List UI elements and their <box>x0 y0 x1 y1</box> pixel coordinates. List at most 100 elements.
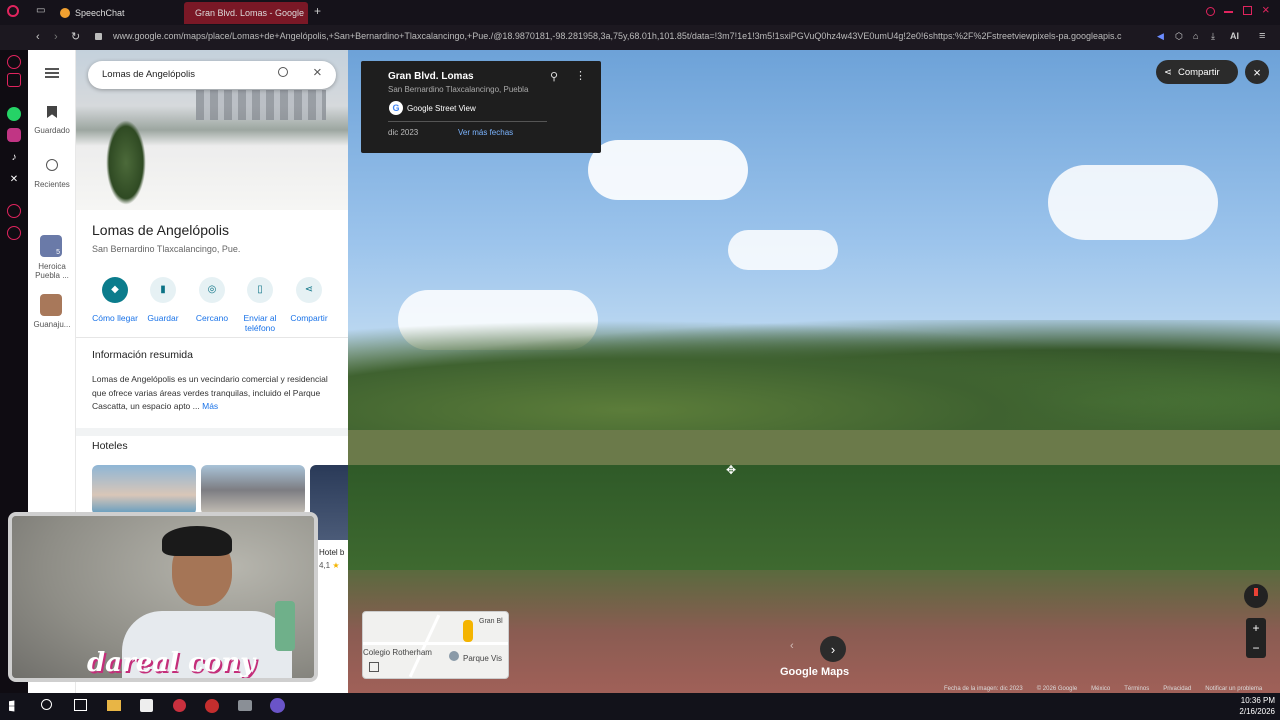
ai-button[interactable]: AI <box>1230 31 1239 41</box>
more-dates-link[interactable]: Ver más fechas <box>458 128 513 137</box>
settings-icon[interactable] <box>7 226 21 240</box>
webcam-overlay: dareal cony <box>8 512 318 682</box>
road-line <box>363 642 508 645</box>
location-pin-icon[interactable]: ⚲ <box>550 70 558 83</box>
app-icon[interactable] <box>140 699 153 712</box>
hedge-image <box>348 465 1280 575</box>
save-button[interactable]: ▮ Guardar <box>138 277 188 323</box>
expand-map-icon[interactable] <box>369 662 379 672</box>
lock-icon[interactable] <box>95 33 102 40</box>
heroica-puebla-thumbnail[interactable]: 5 <box>40 235 62 257</box>
image-date-text: Fecha de la imagen: dic 2023 <box>944 686 1023 692</box>
privacy-link[interactable]: Privacidad <box>1163 686 1191 692</box>
game-icon[interactable] <box>238 700 252 711</box>
start-icon[interactable] <box>9 700 15 712</box>
report-link[interactable]: Notificar un problema <box>1205 686 1262 692</box>
x-icon[interactable]: ✕ <box>7 172 21 186</box>
search-icon[interactable] <box>41 699 52 710</box>
bookmark-icon[interactable] <box>47 106 57 118</box>
obs-icon[interactable] <box>205 699 219 713</box>
heroica-puebla-label[interactable]: Heroica Puebla ... <box>28 262 76 280</box>
recent-icon[interactable] <box>46 159 58 171</box>
menu-icon[interactable]: ≡ <box>1259 30 1265 42</box>
search-icon[interactable] <box>278 67 288 77</box>
share-street-view-button[interactable]: ⋖ Compartir <box>1156 60 1238 84</box>
app-icon[interactable] <box>270 698 285 713</box>
action-label: Cómo llegar <box>92 313 138 323</box>
maximize-icon[interactable] <box>1243 6 1252 15</box>
star-icon: ★ <box>332 561 340 570</box>
clock-time: 10:36 PM <box>1240 696 1275 705</box>
pegman-icon[interactable] <box>463 620 473 642</box>
reload-icon[interactable]: ↻ <box>71 30 80 43</box>
vpn-icon[interactable]: ⌂ <box>1193 31 1198 41</box>
copyright-text: © 2026 Google <box>1036 686 1078 692</box>
recent-label[interactable]: Recientes <box>28 180 76 189</box>
cloud-image <box>728 230 838 270</box>
map-footer: Fecha de la imagen: dic 2023 © 2026 Goog… <box>944 686 1262 692</box>
whatsapp-icon[interactable] <box>7 107 21 121</box>
extensions-icon[interactable]: ⬡ <box>1175 31 1183 42</box>
instagram-icon[interactable] <box>7 128 21 142</box>
workspace-icon[interactable] <box>7 73 21 87</box>
drink-can-image <box>275 601 295 651</box>
download-icon[interactable]: ⤓ <box>1211 31 1215 42</box>
nav-left-icon[interactable]: ‹ <box>790 640 794 652</box>
url-field[interactable]: www.google.com/maps/place/Lomas+de+Angel… <box>113 31 1143 41</box>
task-view-icon[interactable] <box>74 699 87 711</box>
guanajuato-label[interactable]: Guanaju... <box>28 320 76 329</box>
terms-link[interactable]: Términos <box>1124 686 1149 692</box>
tiktok-icon[interactable]: ♪ <box>7 150 21 164</box>
taskbar: 10:36 PM 2/16/2026 <box>0 693 1280 720</box>
history-icon[interactable] <box>7 204 21 218</box>
action-label: Enviar al teléfono <box>243 313 277 333</box>
compass-icon[interactable] <box>1244 584 1268 608</box>
saved-label[interactable]: Guardado <box>28 126 76 135</box>
sv-subtitle: San Bernardino Tlaxcalancingo, Puebla <box>388 85 529 94</box>
hamburger-menu-icon[interactable] <box>45 68 59 70</box>
back-icon[interactable]: ‹ <box>36 31 40 43</box>
close-window-icon[interactable]: × <box>1262 2 1270 17</box>
close-icon[interactable]: × <box>313 64 322 81</box>
aria-icon[interactable] <box>7 55 21 69</box>
place-address: San Bernardino Tlaxcalancingo, Pue. <box>92 244 241 254</box>
minimize-icon[interactable] <box>1224 11 1233 13</box>
hotel-card-1[interactable] <box>92 465 196 515</box>
nav-forward-button[interactable]: › <box>820 636 846 662</box>
speaker-icon[interactable]: ◀ <box>1157 31 1164 42</box>
forward-icon[interactable]: › <box>54 31 58 43</box>
search-input[interactable]: Lomas de Angelópolis <box>102 69 195 80</box>
tab-manager-icon[interactable]: ▭ <box>36 5 45 16</box>
close-street-view-button[interactable]: × <box>1245 60 1269 84</box>
road-line <box>408 614 441 678</box>
opera-logo-icon[interactable] <box>7 5 19 17</box>
close-icon: × <box>1253 64 1261 80</box>
zoom-in-icon[interactable]: + <box>1246 618 1266 638</box>
send-to-phone-button[interactable]: ▯ Enviar al teléfono <box>235 277 285 333</box>
tab-google-maps[interactable]: Gran Blvd. Lomas - Google <box>184 2 308 24</box>
directions-button[interactable]: ◆ Cómo llegar <box>90 277 140 323</box>
nearby-button[interactable]: ◎ Cercano <box>187 277 237 323</box>
new-tab-icon[interactable]: + <box>314 4 321 18</box>
share-button[interactable]: ⋖ Compartir <box>284 277 334 323</box>
minimap[interactable]: Colegio Rotherham Parque Vis Gran Bl <box>362 611 509 679</box>
hotel-card-2[interactable] <box>201 465 305 515</box>
share-icon: ⋖ <box>1164 66 1172 78</box>
more-options-icon[interactable]: ⋮ <box>575 69 586 82</box>
tab-speechchat[interactable]: SpeechChat <box>54 2 182 24</box>
file-explorer-icon[interactable] <box>107 700 121 711</box>
more-link[interactable]: Más <box>202 401 218 411</box>
opera-taskbar-icon[interactable] <box>173 699 186 712</box>
buildings-image <box>196 90 326 120</box>
google-g-icon: G <box>389 101 403 115</box>
search-tabs-icon[interactable] <box>1206 7 1215 16</box>
provider-row: G Google Street View <box>389 101 476 115</box>
clock[interactable]: 10:36 PM 2/16/2026 <box>1225 695 1275 717</box>
action-label: Guardar <box>147 313 179 323</box>
zoom-out-icon[interactable]: − <box>1246 638 1266 658</box>
bookmark-icon: ▮ <box>150 277 176 303</box>
compass-needle <box>1254 588 1258 596</box>
search-box[interactable]: Lomas de Angelópolis × <box>88 61 336 89</box>
guanajuato-thumbnail[interactable] <box>40 294 62 316</box>
country-link[interactable]: México <box>1091 686 1110 692</box>
